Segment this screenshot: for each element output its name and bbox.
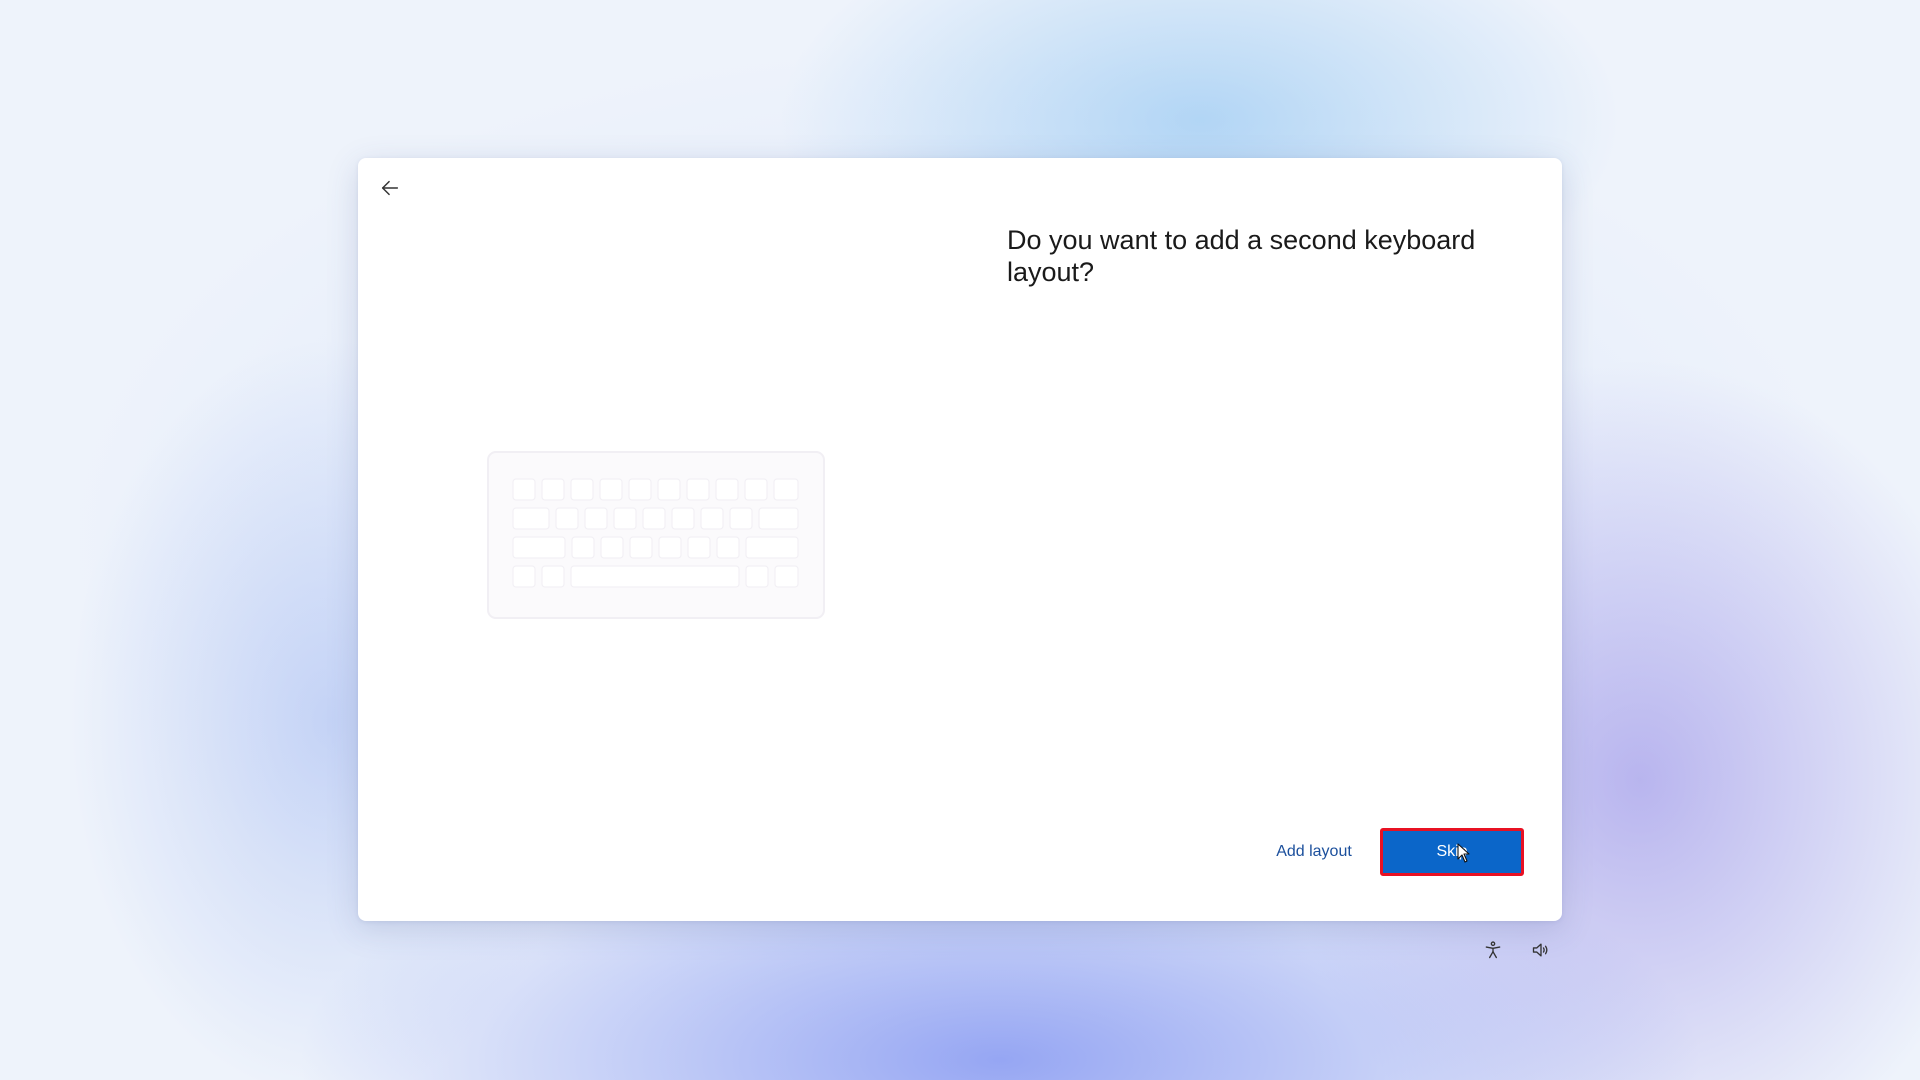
keyboard-illustration	[487, 451, 825, 619]
accessibility-icon	[1485, 941, 1501, 959]
back-button[interactable]	[368, 168, 412, 208]
page-title: Do you want to add a second keyboard lay…	[1007, 225, 1476, 287]
accessibility-button[interactable]	[1479, 936, 1507, 964]
setup-dialog: Do you want to add a second keyboard lay…	[358, 158, 1562, 921]
volume-icon	[1532, 943, 1548, 957]
skip-button[interactable]: Skip	[1380, 828, 1524, 876]
back-arrow-icon	[381, 180, 399, 196]
add-layout-button[interactable]: Add layout	[1255, 833, 1373, 871]
desktop-background: Do you want to add a second keyboard lay…	[0, 0, 1920, 1080]
volume-button[interactable]	[1527, 936, 1555, 964]
